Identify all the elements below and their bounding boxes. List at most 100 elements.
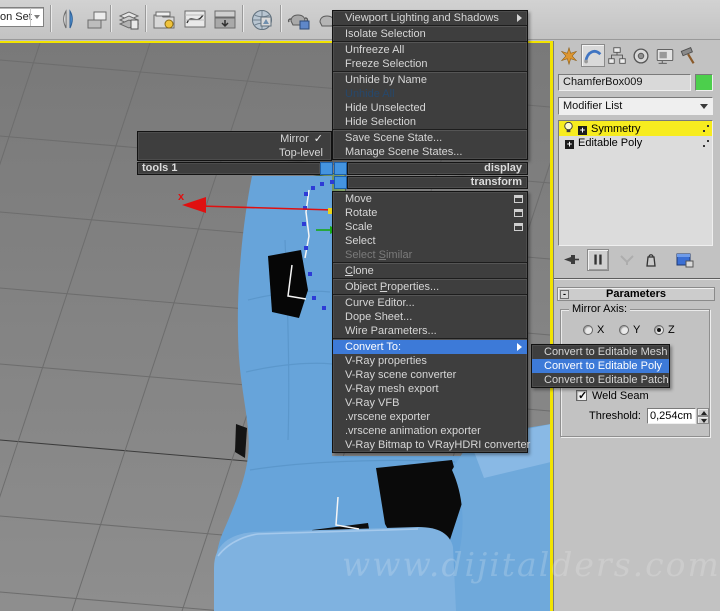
spinner-up-icon[interactable] [697, 408, 709, 416]
menu-item-label: Top-level [278, 147, 323, 159]
menu-item-v-ray-vfb[interactable]: V-Ray VFB [333, 396, 527, 410]
menu-item-hide-unselected[interactable]: Hide Unselected [333, 101, 527, 115]
stack-row-dots [703, 140, 709, 147]
menu-item-save-scene-state[interactable]: Save Scene State... [333, 131, 527, 145]
object-name-field[interactable]: ChamferBox009 [558, 74, 691, 91]
chair-cushion[interactable] [214, 527, 456, 611]
menu-item-isolate-selection[interactable]: Isolate Selection [333, 27, 527, 41]
menu-item-manage-scene-states[interactable]: Manage Scene States... [333, 145, 527, 159]
tab-display[interactable] [653, 44, 677, 67]
menu-item-unhide-by-name[interactable]: Unhide by Name [333, 73, 527, 87]
menu-item-mirror[interactable]: Mirror ✓ [138, 132, 331, 146]
menu-item-curve-editor[interactable]: Curve Editor... [333, 296, 527, 310]
menu-item-viewport-lighting-and-shadows[interactable]: Viewport Lighting and Shadows [333, 11, 527, 25]
convert-to-submenu: Convert to Editable Mesh Convert to Edita… [531, 344, 670, 388]
radio-circle-icon[interactable] [619, 325, 629, 335]
tab-motion[interactable] [629, 44, 653, 67]
show-end-result-icon[interactable] [587, 249, 609, 271]
tab-hierarchy[interactable] [605, 44, 629, 67]
chevron-down-icon[interactable] [30, 8, 43, 26]
object-color-swatch[interactable] [695, 74, 713, 91]
menu-item-hide-selection[interactable]: Hide Selection [333, 115, 527, 129]
settings-dialog-icon[interactable] [514, 195, 523, 203]
radio-label: Z [668, 324, 675, 336]
menu-item-object-properties[interactable]: Object Properties... [333, 280, 527, 294]
menu-item-select[interactable]: Select [333, 234, 527, 248]
named-selection-set-value: on Set [0, 11, 32, 23]
menu-item-top-level[interactable]: Top-level [138, 146, 331, 160]
named-selection-set-combo[interactable]: on Set [0, 7, 44, 27]
mirror-icon[interactable] [56, 7, 82, 33]
mirror-axis-radio-z[interactable]: Z [654, 324, 675, 336]
display-monitor-icon [656, 49, 674, 64]
menu-item-select-similar[interactable]: Select Similar [333, 248, 527, 262]
configure-modifier-sets-icon[interactable] [674, 249, 696, 271]
modifier-stack-item-symmetry[interactable]: + Symmetry [559, 121, 712, 136]
menu-item-label: Rotate [345, 207, 378, 219]
menu-item-freeze-selection[interactable]: Freeze Selection [333, 57, 527, 71]
expand-plus-icon[interactable]: + [578, 126, 587, 135]
quad-title-display: display [347, 162, 528, 175]
weld-seam-checkbox[interactable] [576, 389, 587, 402]
tab-utilities[interactable] [677, 44, 701, 67]
settings-dialog-icon[interactable] [514, 209, 523, 217]
menu-item-convert-to-editable-patch[interactable]: Convert to Editable Patch [532, 373, 669, 387]
menu-item-vrscene-exporter[interactable]: .vrscene exporter [333, 410, 527, 424]
menu-item-unhide-all[interactable]: Unhide All [333, 87, 527, 101]
weld-seam-row[interactable]: Weld Seam [576, 389, 649, 402]
menu-item-v-ray-properties[interactable]: V-Ray properties [333, 354, 527, 368]
menu-item-v-ray-scene-converter[interactable]: V-Ray scene converter [333, 368, 527, 382]
menu-item-clone[interactable]: Clone [333, 264, 527, 278]
pin-stack-icon[interactable] [559, 249, 581, 271]
quad-corner-marker[interactable] [334, 162, 347, 175]
menu-item-v-ray-bitmap-to-vrayhdri-converter[interactable]: V-Ray Bitmap to VRayHDRI converter [333, 438, 530, 452]
rollout-collapse-icon[interactable]: - [560, 290, 569, 299]
material-editor-icon[interactable] [249, 7, 275, 33]
menu-item-move[interactable]: Move [333, 192, 527, 206]
menu-item-label: Unhide All [345, 88, 395, 100]
toolbar-separator [110, 5, 112, 32]
menu-item-rotate[interactable]: Rotate [333, 206, 527, 220]
threshold-spinner [697, 408, 709, 424]
tab-create[interactable] [557, 44, 581, 67]
curve-editor-icon[interactable] [182, 7, 208, 33]
menu-item-wire-parameters[interactable]: Wire Parameters... [333, 324, 527, 338]
menu-item-v-ray-mesh-export[interactable]: V-Ray mesh export [333, 382, 527, 396]
tab-modify[interactable] [581, 44, 605, 67]
menu-item-dope-sheet[interactable]: Dope Sheet... [333, 310, 527, 324]
quad-corner-marker[interactable] [334, 176, 347, 189]
expand-plus-icon[interactable]: + [565, 140, 574, 149]
spinner-down-icon[interactable] [697, 416, 709, 424]
menu-item-vrscene-animation-exporter[interactable]: .vrscene animation exporter [333, 424, 527, 438]
menu-item-convert-to-editable-mesh[interactable]: Convert to Editable Mesh [532, 345, 669, 359]
parameters-rollout-header[interactable]: - Parameters [557, 287, 715, 301]
menu-item-label: Unhide by Name [345, 74, 427, 86]
menu-item-convert-to-editable-poly[interactable]: Convert to Editable Poly [532, 359, 669, 373]
mirror-axis-radio-x[interactable]: X [583, 324, 604, 336]
align-icon[interactable] [84, 7, 110, 33]
mirror-axis-radio-y[interactable]: Y [619, 324, 640, 336]
modifier-stack-item-editable-poly[interactable]: + Editable Poly [559, 136, 712, 151]
quad-corner-marker[interactable] [320, 162, 333, 175]
chevron-down-icon[interactable] [696, 99, 711, 113]
layer-manager-icon[interactable] [116, 7, 142, 33]
radio-circle-icon[interactable] [654, 325, 664, 335]
modifier-enabled-bulb-icon[interactable] [562, 121, 575, 134]
modifier-list-dropdown[interactable]: Modifier List [558, 97, 713, 115]
scene-states-icon[interactable] [151, 7, 177, 33]
menu-item-label: V-Ray mesh export [345, 383, 439, 395]
settings-dialog-icon[interactable] [514, 223, 523, 231]
make-unique-icon[interactable] [616, 249, 638, 271]
schematic-view-icon[interactable] [212, 7, 238, 33]
threshold-field[interactable]: 0,254cm [647, 408, 696, 424]
menu-item-scale[interactable]: Scale [333, 220, 527, 234]
render-setup-icon[interactable] [286, 7, 312, 33]
radio-circle-icon[interactable] [583, 325, 593, 335]
mesh-hole-back [268, 250, 308, 318]
rollout-title: Parameters [606, 288, 666, 300]
menu-item-unfreeze-all[interactable]: Unfreeze All [333, 43, 527, 57]
remove-modifier-icon[interactable] [640, 249, 662, 271]
mirror-axis-label: Mirror Axis: [569, 303, 630, 315]
menu-item-convert-to[interactable]: Convert To: [333, 340, 527, 354]
panel-divider [554, 278, 720, 280]
